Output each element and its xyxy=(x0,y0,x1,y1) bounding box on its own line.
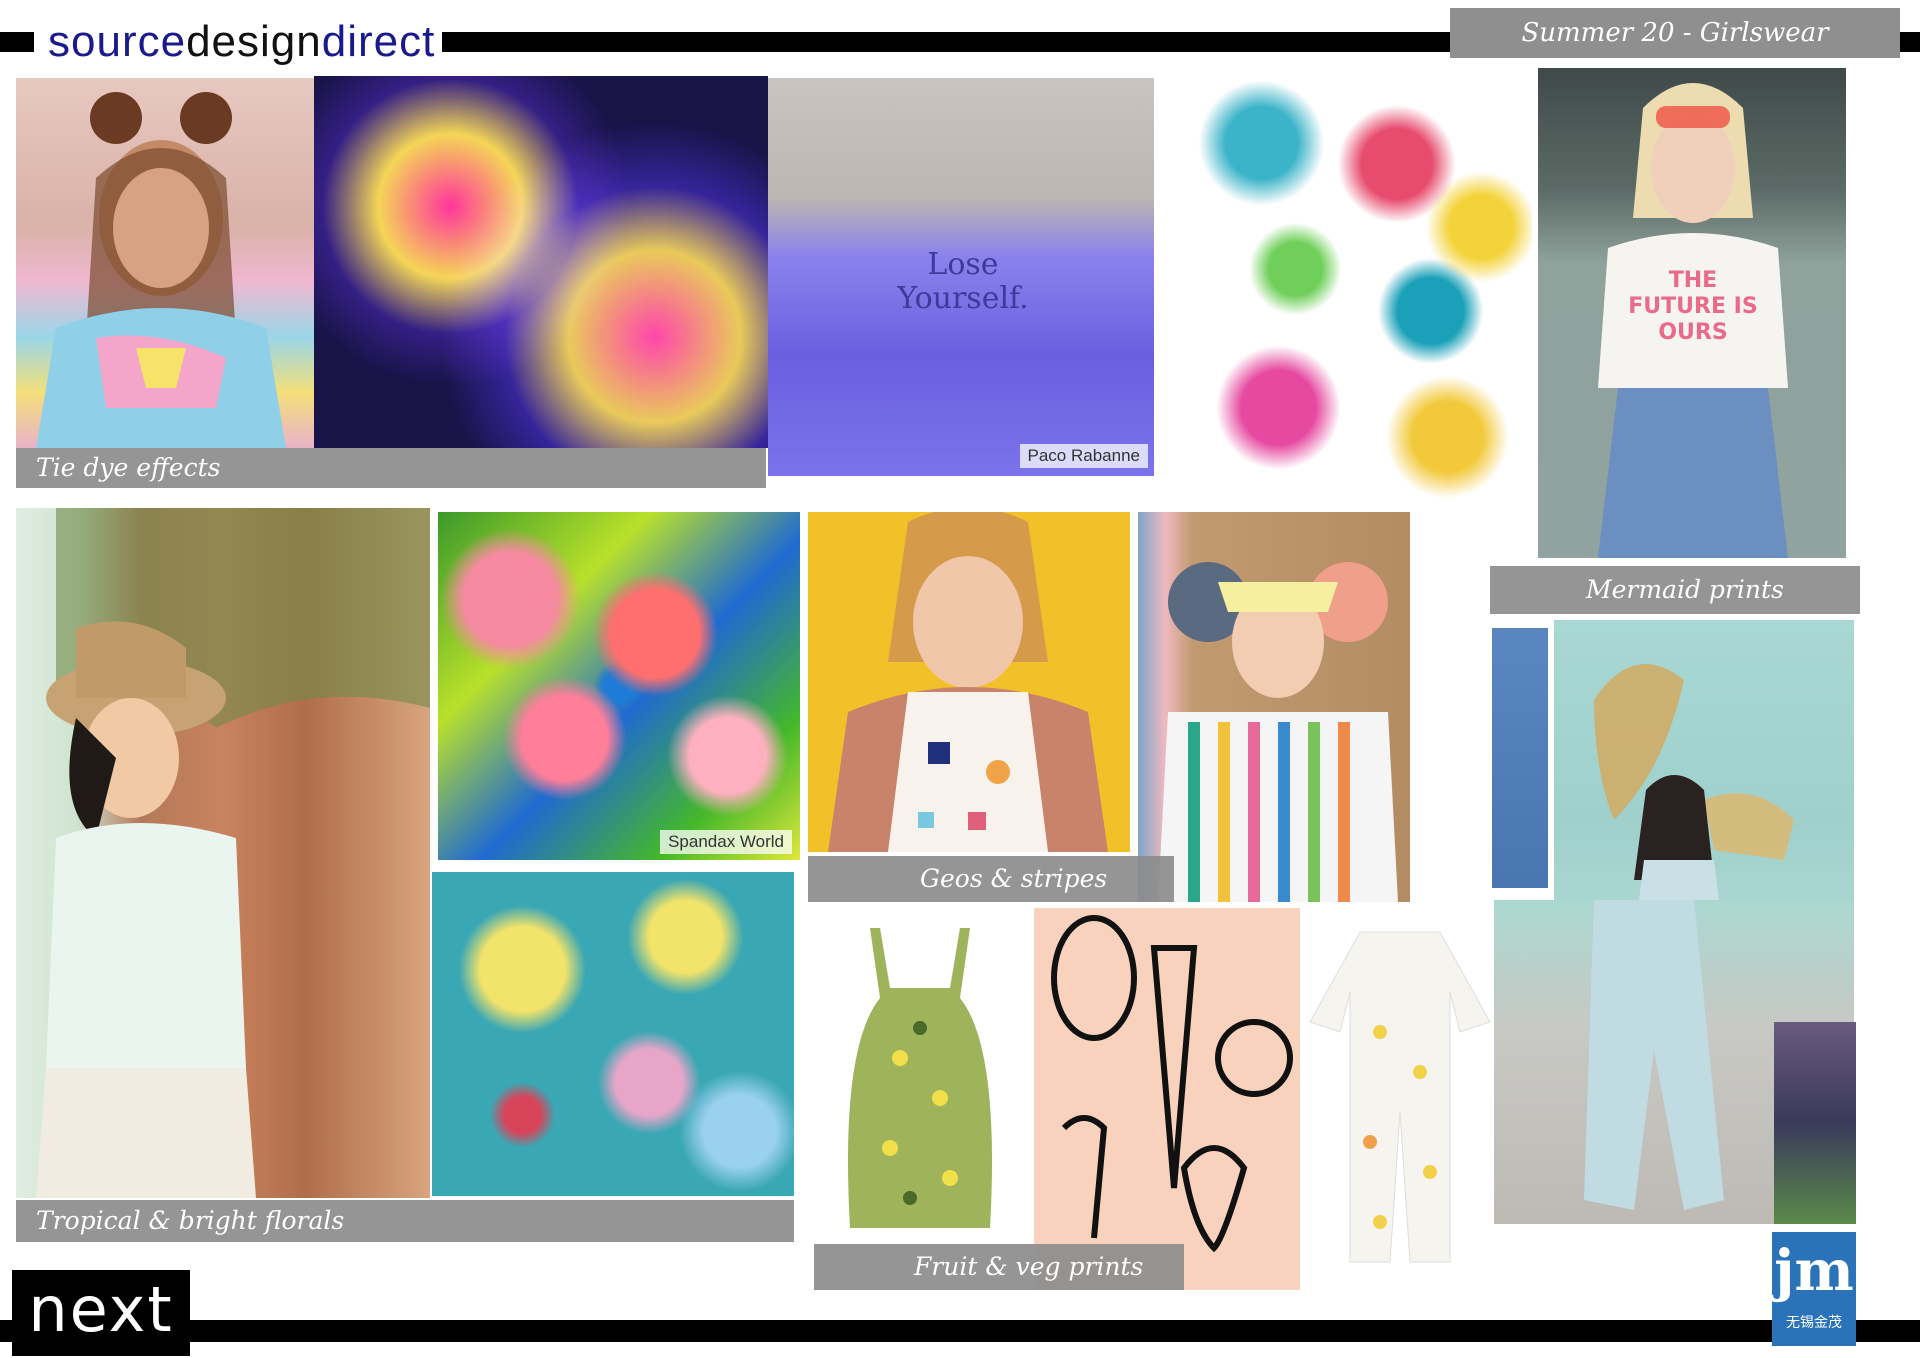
tropical-floral-swatch: Spandax World xyxy=(438,512,800,860)
girl-figure xyxy=(36,92,286,448)
photo-girl-stripes xyxy=(1138,512,1410,902)
brand-logo: sourcedesigndirect xyxy=(48,14,435,70)
girl-figure-3 xyxy=(36,508,430,1198)
tshirt-text-future: THE FUTURE IS OURS xyxy=(1628,268,1758,345)
baby-sleepsuit xyxy=(1300,912,1498,1292)
season-title: Summer 20 - Girlswear xyxy=(1450,8,1900,58)
jm-logo-mark: jm xyxy=(1774,1238,1854,1304)
girl-figure-4 xyxy=(828,512,1108,852)
jm-logo-text: 无锡金茂 xyxy=(1786,1314,1842,1330)
lemon-dress xyxy=(810,908,1030,1240)
label-geos: Geos & stripes xyxy=(808,856,1174,902)
fruit-veg-drawing xyxy=(1051,915,1293,1253)
brand-part-source: source xyxy=(48,17,187,66)
floral-swatch-teal xyxy=(432,872,794,1196)
sleepsuit-figure xyxy=(1309,931,1491,1263)
photo-girl-tropical xyxy=(16,508,430,1198)
girl-figure-5 xyxy=(1158,562,1398,902)
fruit-veg-swatch xyxy=(1034,908,1300,1290)
photo-girl-tie-dye xyxy=(16,78,316,448)
label-tropical: Tropical & bright florals xyxy=(16,1200,794,1242)
tie-dye-swatch-white xyxy=(1194,80,1532,500)
tie-dye-swatch-dark xyxy=(314,76,768,448)
bottom-bar xyxy=(0,1320,1920,1342)
brand-part-direct: direct xyxy=(321,17,436,66)
next-logo: next xyxy=(12,1270,190,1356)
jm-logo: jm 无锡金茂 xyxy=(1772,1232,1856,1346)
label-tie-dye: Tie dye effects xyxy=(16,448,766,488)
brand-part-design: design xyxy=(186,17,322,66)
top-bar-left xyxy=(0,32,34,52)
photo-paco-rabanne: Lose Yourself. Paco Rabanne xyxy=(768,78,1154,476)
blue-swatch xyxy=(1492,628,1548,888)
label-mermaid: Mermaid prints xyxy=(1490,566,1860,614)
credit-paco-rabanne: Paco Rabanne xyxy=(1019,444,1148,468)
photo-girl-future-tee: THE FUTURE IS OURS xyxy=(1538,68,1846,558)
photo-girl-geos xyxy=(808,512,1130,852)
waterfall-photo xyxy=(1774,1022,1856,1224)
credit-spandax-world: Spandax World xyxy=(660,830,792,854)
label-fruit: Fruit & veg prints xyxy=(814,1244,1184,1290)
dress-figure xyxy=(848,928,992,1228)
tshirt-text-lose-yourself: Lose Yourself. xyxy=(897,247,1029,316)
